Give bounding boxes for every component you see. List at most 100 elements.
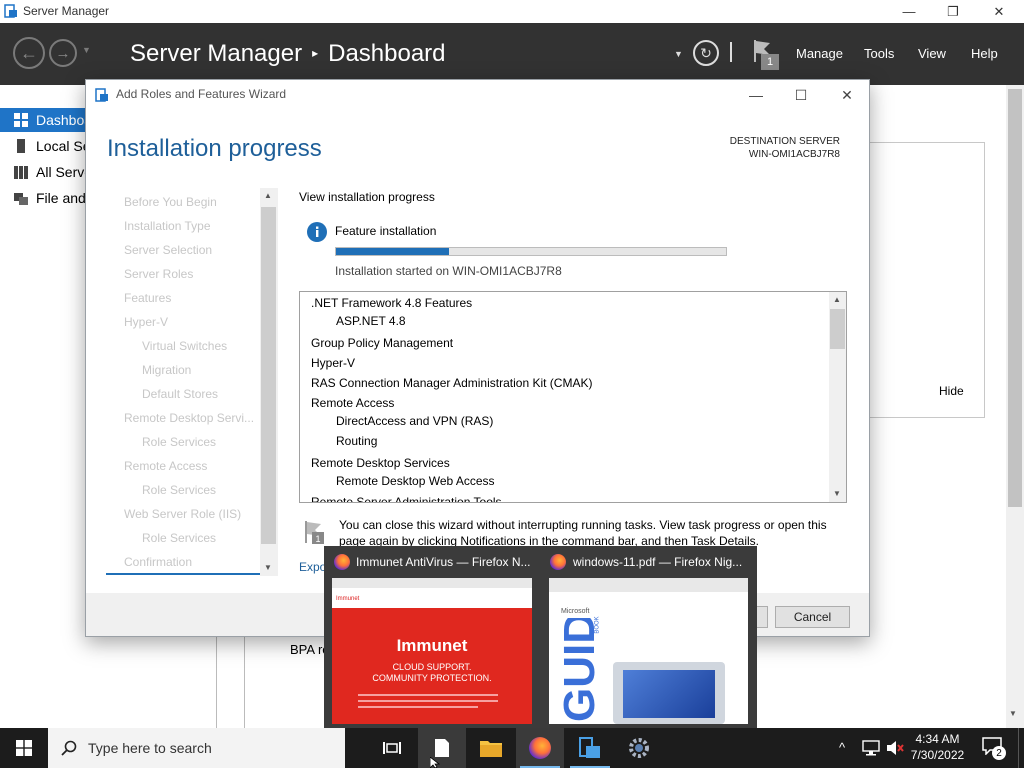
scroll-down-icon[interactable]: ▼	[264, 563, 272, 572]
sidebar-item-all-servers[interactable]: All Servers	[0, 160, 86, 184]
server-manager-sidebar: Dashboard Local Server All Servers File …	[0, 85, 86, 728]
refresh-dropdown-icon[interactable]: ▼	[674, 49, 683, 59]
dashboard-scrollbar-thumb[interactable]	[1008, 89, 1022, 507]
history-dropdown-icon[interactable]: ▼	[82, 45, 91, 55]
gear-icon	[629, 738, 649, 758]
tile-border	[216, 637, 217, 728]
storage-icon	[14, 193, 28, 205]
microsoft-logo: Microsoft	[561, 608, 590, 615]
features-scrollbar-thumb[interactable]	[830, 309, 845, 349]
destination-server: DESTINATION SERVER WIN-OMI1ACBJ7R8	[730, 135, 840, 161]
thumbnail-windows11-pdf[interactable]: windows-11.pdf — Firefox Nig... Microsof…	[546, 552, 756, 724]
step-remote-access[interactable]: Remote Access	[124, 459, 207, 473]
taskbar-app-settings[interactable]	[615, 728, 663, 768]
list-item: .NET Framework 4.8 Features	[311, 296, 473, 310]
minimize-button[interactable]: —	[886, 0, 932, 23]
destination-label: DESTINATION SERVER	[729, 136, 840, 147]
notifications-button[interactable]: 1	[752, 38, 782, 72]
text-line	[358, 706, 478, 708]
step-server-selection[interactable]: Server Selection	[124, 243, 212, 257]
forward-button[interactable]: →	[49, 39, 77, 67]
scroll-down-icon[interactable]: ▼	[1009, 709, 1017, 718]
thumbnail-preview: Immunet Immunet CLOUD SUPPORT. COMMUNITY…	[332, 578, 532, 724]
menu-help[interactable]: Help	[971, 46, 998, 61]
minimize-icon: —	[749, 87, 763, 103]
steps-scrollbar-thumb[interactable]	[261, 207, 276, 544]
menu-tools[interactable]: Tools	[864, 46, 894, 61]
back-button[interactable]: ←	[13, 37, 45, 69]
features-list[interactable]: .NET Framework 4.8 Features ASP.NET 4.8 …	[299, 291, 847, 503]
mouse-pointer-icon	[430, 757, 440, 768]
action-center-button[interactable]: 2	[980, 736, 1008, 760]
thumbnail-preview: Microsoft GUIDE BOOK	[549, 578, 748, 724]
scroll-up-icon[interactable]: ▲	[833, 295, 841, 304]
welcome-tile	[870, 142, 985, 418]
svg-text:1: 1	[315, 534, 320, 544]
step-installation-type[interactable]: Installation Type	[124, 219, 211, 233]
taskbar-app-notepad[interactable]	[418, 728, 466, 768]
wizard-maximize-button[interactable]: ☐	[781, 84, 821, 106]
text-line	[358, 694, 498, 696]
list-item: Routing	[336, 434, 378, 448]
laptop-image	[613, 662, 725, 724]
view-progress-label: View installation progress	[299, 190, 435, 204]
cancel-button[interactable]: Cancel	[775, 606, 850, 628]
taskbar-app-server-manager[interactable]	[566, 728, 614, 768]
show-desktop-button[interactable]	[1018, 728, 1024, 768]
tray-chevron-icon[interactable]: ^	[839, 740, 845, 755]
step-confirmation[interactable]: Confirmation	[124, 555, 192, 569]
scroll-up-icon[interactable]: ▲	[264, 191, 272, 200]
wizard-minimize-button[interactable]: —	[736, 84, 776, 106]
book-label: BOOK	[594, 616, 601, 634]
sidebar-item-dashboard[interactable]: Dashboard	[0, 108, 86, 132]
menu-view[interactable]: View	[918, 46, 946, 61]
breadcrumb-separator-icon: ▸	[312, 46, 319, 60]
list-item: Group Policy Management	[311, 336, 454, 350]
step-features[interactable]: Features	[124, 291, 171, 305]
sidebar-item-local-server[interactable]: Local Server	[0, 134, 86, 158]
step-rds-role-services[interactable]: Role Services	[142, 435, 216, 449]
maximize-icon: ☐	[794, 86, 808, 103]
step-migration[interactable]: Migration	[142, 363, 191, 377]
task-view-button[interactable]	[368, 728, 416, 768]
step-hyper-v[interactable]: Hyper-V	[124, 315, 168, 329]
step-iis-role-services[interactable]: Role Services	[142, 531, 216, 545]
arrow-right-icon: →	[55, 44, 71, 62]
sidebar-item-file-storage[interactable]: File and Storage Services	[0, 186, 86, 210]
start-button[interactable]	[0, 728, 48, 768]
list-item: Remote Desktop Web Access	[336, 474, 495, 488]
menu-manage[interactable]: Manage	[796, 46, 843, 61]
dashboard-scrollbar[interactable]: ▼	[1006, 85, 1024, 728]
taskbar-app-firefox[interactable]	[516, 728, 564, 768]
taskbar-app-file-explorer[interactable]	[467, 728, 515, 768]
step-before-you-begin[interactable]: Before You Begin	[124, 195, 217, 209]
step-default-stores[interactable]: Default Stores	[142, 387, 218, 401]
step-ra-role-services[interactable]: Role Services	[142, 483, 216, 497]
taskbar-search-box[interactable]: Type here to search	[48, 728, 345, 768]
step-remote-desktop-services[interactable]: Remote Desktop Servi...	[124, 411, 254, 425]
immunet-tagline-2: COMMUNITY PROTECTION.	[372, 673, 492, 683]
guide-text-panel: GUIDE	[553, 618, 603, 724]
volume-muted-icon[interactable]	[886, 740, 904, 756]
wizard-heading: Installation progress	[107, 135, 322, 162]
step-web-server-role[interactable]: Web Server Role (IIS)	[124, 507, 241, 521]
hide-link[interactable]: Hide	[939, 384, 964, 398]
refresh-button[interactable]: ↻	[693, 40, 719, 66]
wizard-close-button[interactable]: ✕	[827, 84, 867, 106]
step-virtual-switches[interactable]: Virtual Switches	[142, 339, 227, 353]
folder-icon	[480, 741, 502, 757]
firefox-icon	[334, 554, 350, 570]
task-view-icon	[383, 742, 401, 754]
browser-chrome	[549, 578, 748, 592]
clock[interactable]: 4:34 AM 7/30/2022	[910, 731, 965, 763]
network-icon[interactable]	[862, 740, 880, 756]
thumbnail-immunet[interactable]: Immunet AntiVirus — Firefox N... Immunet…	[330, 552, 544, 724]
close-icon: ✕	[841, 86, 853, 103]
step-server-roles[interactable]: Server Roles	[124, 267, 193, 281]
maximize-button[interactable]: ❐	[930, 0, 976, 23]
taskbar: Type here to search ^ 4:34 AM 7/30/2022 …	[0, 728, 1024, 768]
firefox-icon	[529, 737, 551, 759]
scroll-down-icon[interactable]: ▼	[833, 489, 841, 498]
search-placeholder: Type here to search	[88, 740, 212, 756]
close-button[interactable]: ✕	[976, 0, 1022, 23]
